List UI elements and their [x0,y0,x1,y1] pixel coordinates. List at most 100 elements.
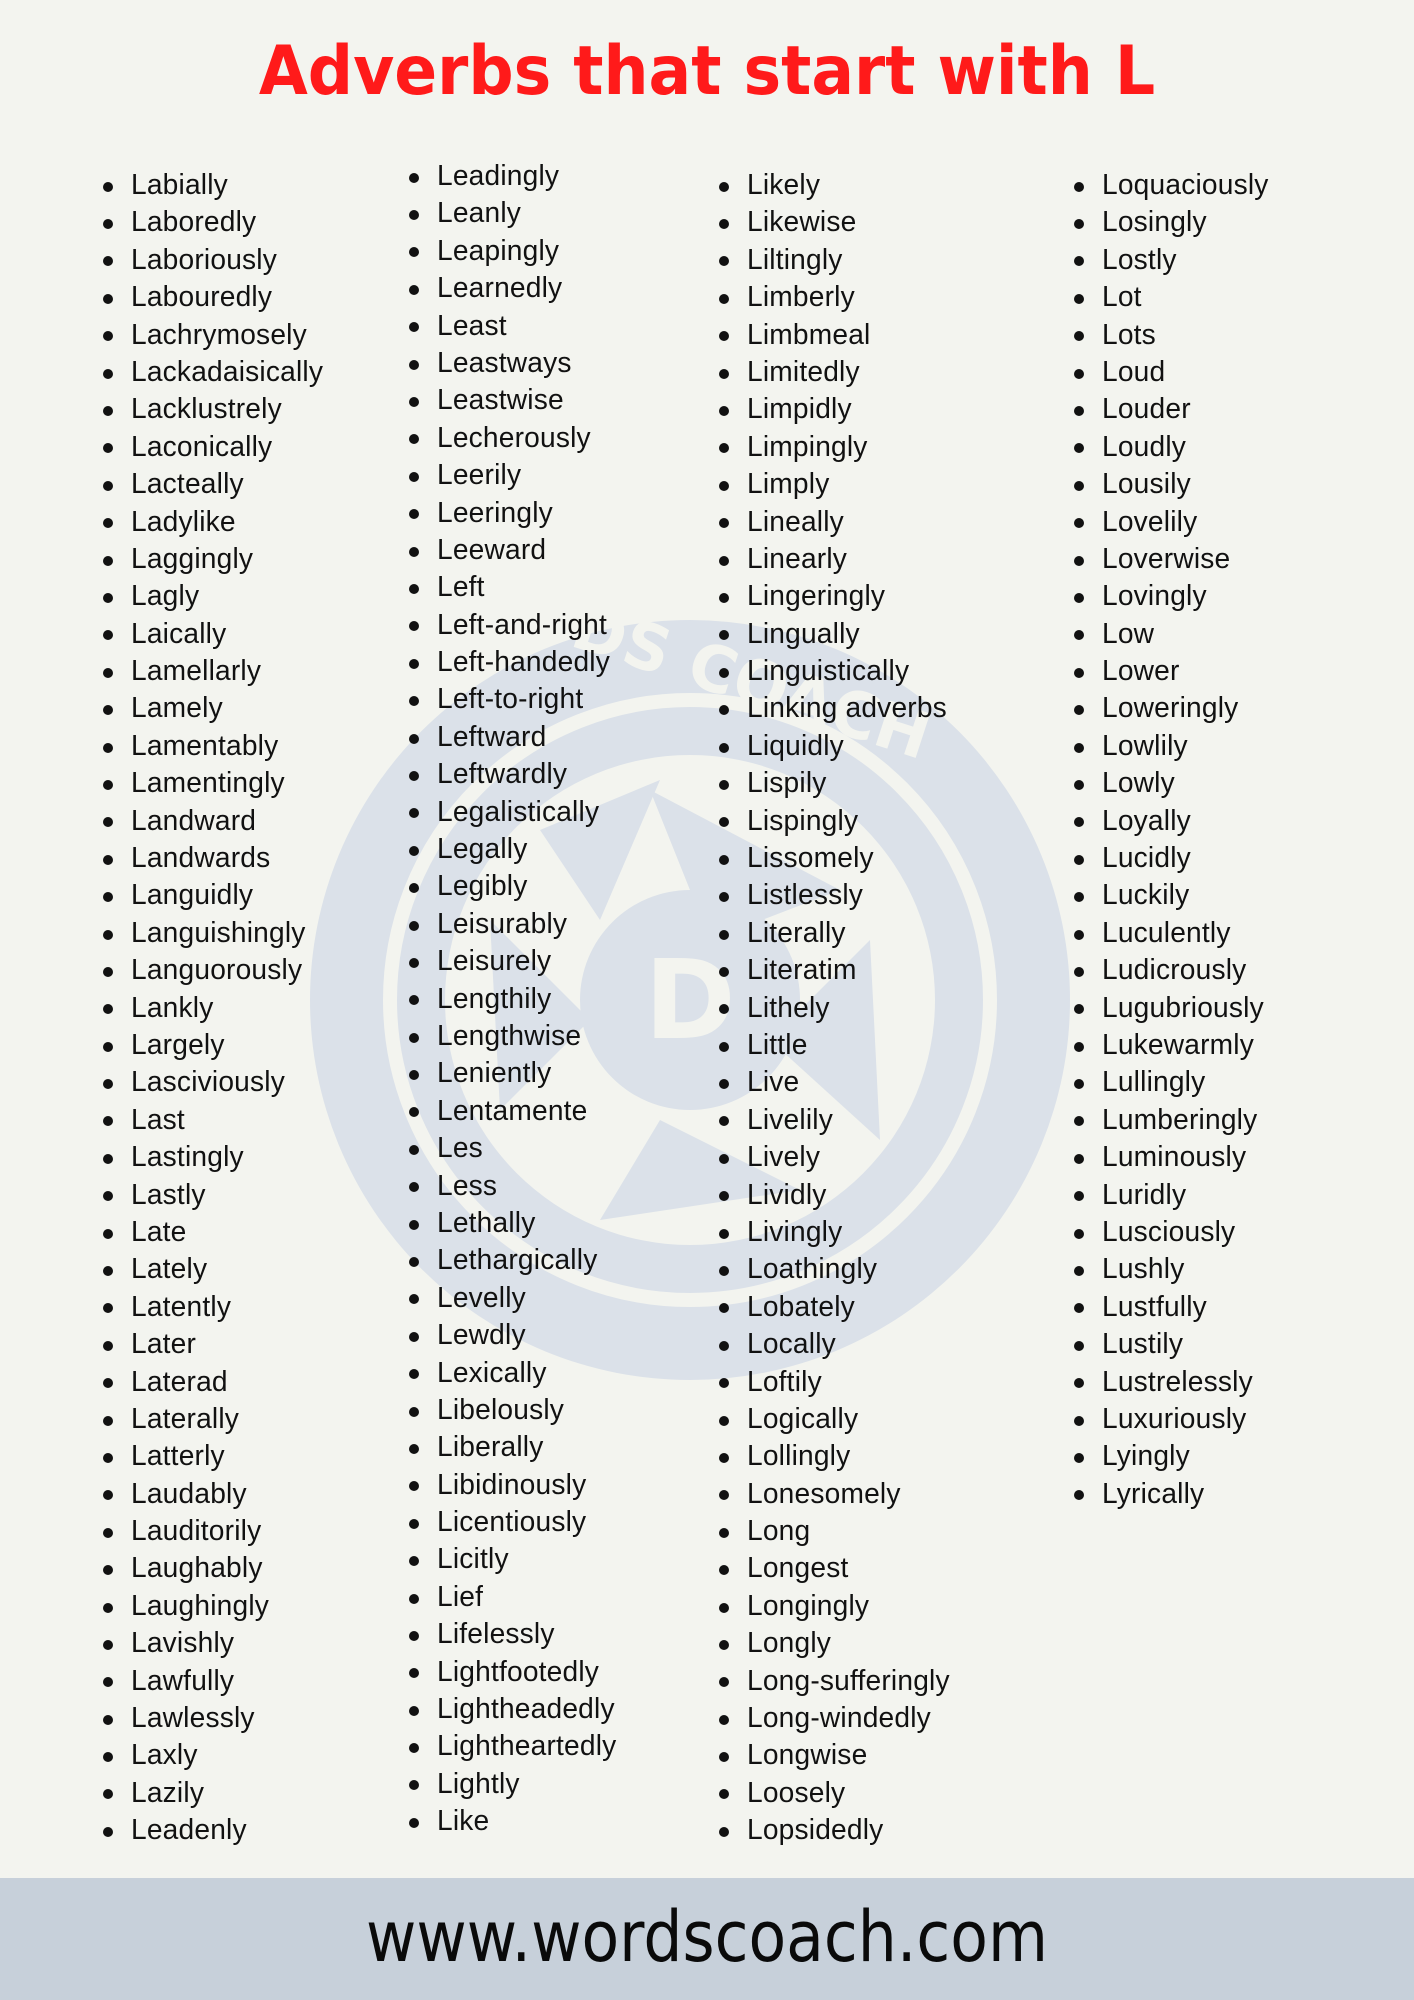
adverb-word: Lower [1102,655,1180,688]
adverb-word: Lostly [1102,243,1177,276]
bullet-icon [103,1228,113,1239]
bullet-icon [1074,555,1084,566]
bullet-icon [719,518,729,529]
bullet-icon [103,1452,113,1463]
bullet-icon [719,1677,729,1688]
bullet-icon [719,1452,729,1463]
adverb-word: Lyingly [1102,1440,1190,1473]
adverb-word: Leapingly [437,234,560,267]
bullet-icon [409,247,419,258]
adverb-word: Louder [1102,393,1191,426]
adverb-word: Lovelily [1102,505,1198,538]
bullet-icon [719,480,729,491]
bullet-icon [409,471,419,482]
adverb-word: Likewise [747,206,857,239]
adverb-word: Lucidly [1102,842,1191,875]
bullet-icon [1074,256,1084,267]
bullet-icon [719,592,729,603]
bullet-icon [719,1752,729,1763]
adverb-word: Luxuriously [1102,1402,1247,1435]
bullet-icon [719,443,729,454]
bullet-icon [1074,892,1084,903]
adverb-word: Lively [747,1141,821,1174]
adverb-word: Live [747,1066,800,1099]
adverb-word: Lifelessly [437,1618,555,1651]
adverb-word: Lovingly [1102,580,1207,613]
bullet-icon [1074,1378,1084,1389]
bullet-icon [719,256,729,267]
adverb-word: Lightheartedly [437,1730,617,1763]
bullet-icon [103,293,113,304]
bullet-icon [103,1378,113,1389]
adverb-word: Lissomely [747,842,874,875]
adverb-word: Languidly [131,879,254,912]
adverb-word: Listlessly [747,879,864,912]
adverb-word: Lengthwise [437,1019,582,1052]
adverb-word: Lollingly [747,1440,851,1473]
bullet-icon [409,920,419,931]
bullet-icon [409,1780,419,1791]
bullet-icon [719,219,729,230]
bullet-icon [719,1415,729,1426]
bullet-icon [103,630,113,641]
bullet-icon [409,583,419,594]
adverb-word: Lots [1102,318,1156,351]
bullet-icon [409,883,419,894]
bullet-icon [103,1639,113,1650]
adverb-word: Literally [747,916,846,949]
adverb-word: Leeringly [437,496,553,529]
adverb-word: Laboriously [131,243,278,276]
bullet-icon [409,397,419,408]
bullet-icon [409,1107,419,1118]
bullet-icon [1074,331,1084,342]
bullet-icon [1074,443,1084,454]
adverb-word: Licentiously [437,1506,587,1539]
adverb-word: Lustrelessly [1102,1365,1253,1398]
bullet-icon [103,331,113,342]
bullet-icon [103,929,113,940]
bullet-icon [719,1191,729,1202]
adverb-word: Lightly [437,1767,520,1800]
bullet-icon [409,434,419,445]
adverb-word: Long-windedly [747,1702,931,1735]
bullet-icon [719,1490,729,1501]
bullet-icon [719,1004,729,1015]
adverb-word: Losingly [1102,206,1207,239]
adverb-word: Lot [1102,281,1142,314]
bullet-icon [719,966,729,977]
adverb-word: Loud [1102,355,1166,388]
adverb-word: Loosely [747,1776,846,1809]
adverb-word: Latently [131,1290,232,1323]
adverb-word: Lushly [1102,1253,1185,1286]
bullet-icon [409,1705,419,1716]
bullet-icon [103,1565,113,1576]
bullet-icon [1074,518,1084,529]
bullet-icon [103,667,113,678]
bullet-icon [719,667,729,678]
adverb-word: Leisurably [437,907,568,940]
adverb-word: Left-to-right [437,683,584,716]
bullet-icon [1074,1041,1084,1052]
adverb-word: Lastly [131,1178,206,1211]
bullet-icon [719,1565,729,1576]
bullet-icon [409,1481,419,1492]
adverb-word: Luculently [1102,916,1231,949]
adverb-word: Livelily [747,1103,833,1136]
adverb-word: Loathingly [747,1253,878,1286]
adverb-word: Luridly [1102,1178,1187,1211]
bullet-icon [103,1266,113,1277]
adverb-word: Linguistically [747,655,910,688]
adverb-word: Licitly [437,1543,509,1576]
adverb-word: Laterally [131,1402,240,1435]
bullet-icon [719,1789,729,1800]
bullet-icon [103,854,113,865]
adverb-word: Limply [747,468,830,501]
adverb-word: Limpidly [747,393,852,426]
adverb-word: Later [131,1328,197,1361]
bullet-icon [409,284,419,295]
adverb-word: Leastways [437,346,572,379]
adverb-word: Lankly [131,991,214,1024]
bullet-icon [103,1527,113,1538]
bullet-icon [409,845,419,856]
adverb-word: Learnedly [437,272,563,305]
